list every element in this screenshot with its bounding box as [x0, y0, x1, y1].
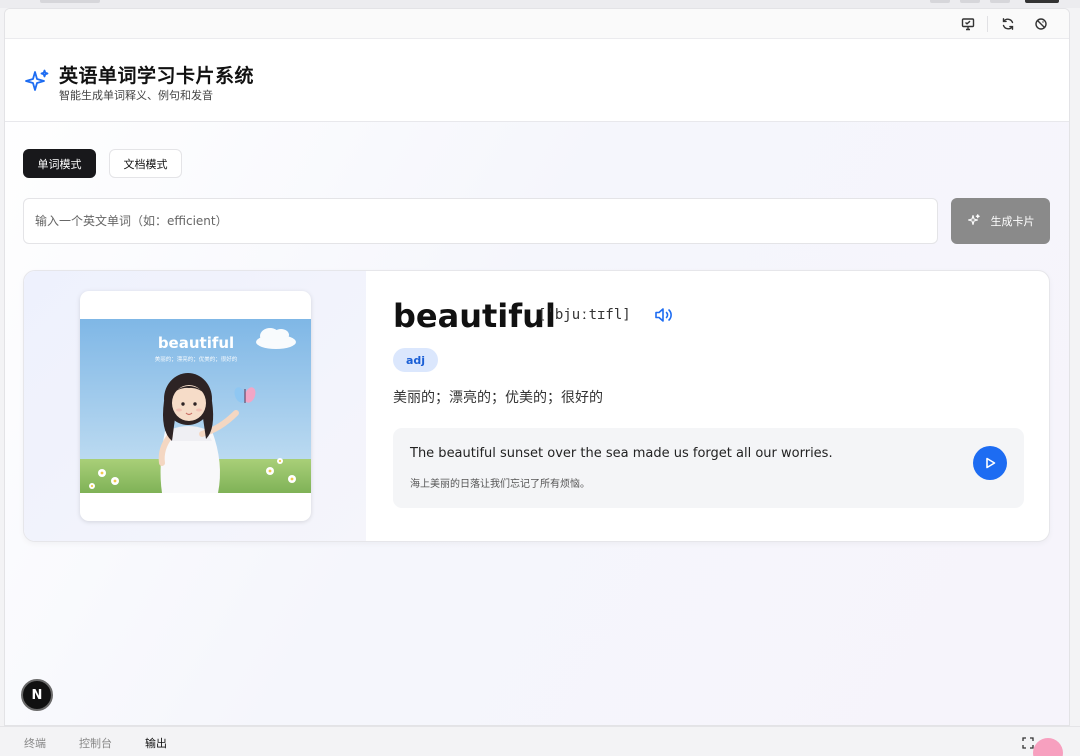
- reset-icon[interactable]: [1032, 15, 1050, 33]
- tab-output[interactable]: 输出: [145, 735, 167, 751]
- refresh-icon[interactable]: [999, 15, 1017, 33]
- sparkles-icon: [967, 213, 981, 230]
- illustration-word: beautiful: [158, 334, 234, 352]
- window-control-stub: [1025, 0, 1059, 3]
- preview-frame: 英语单词学习卡片系统 智能生成单词释义、例句和发音 单词模式 文档模式 生成卡片: [4, 8, 1070, 726]
- play-icon: [986, 457, 996, 469]
- word-illustration-card: beautiful 美丽的；漂亮的；优美的；很好的: [80, 291, 311, 521]
- bottom-panel-bar: 终端 控制台 输出: [0, 726, 1080, 756]
- tab-console[interactable]: 控制台: [79, 735, 112, 751]
- window-control-stub: [960, 0, 980, 3]
- word-search-field[interactable]: [23, 198, 938, 244]
- generate-card-button[interactable]: 生成卡片: [951, 198, 1050, 244]
- card-word: beautiful: [393, 297, 556, 335]
- word-meaning: 美丽的；漂亮的；优美的；很好的: [393, 390, 603, 406]
- illustration-caption: 美丽的；漂亮的；优美的；很好的: [155, 355, 238, 363]
- window-control-stub: [930, 0, 950, 3]
- tab-terminal[interactable]: 终端: [24, 735, 46, 751]
- app-title: 英语单词学习卡片系统: [59, 65, 255, 87]
- word-illustration: beautiful 美丽的；漂亮的；优美的；很好的: [80, 319, 311, 493]
- word-mode-button[interactable]: 单词模式: [23, 149, 96, 178]
- phonetic: [ˈbjuːtɪfl]: [538, 307, 631, 323]
- doc-mode-button[interactable]: 文档模式: [109, 149, 182, 178]
- app-subtitle: 智能生成单词释义、例句和发音: [59, 89, 213, 102]
- example-sentence-en: The beautiful sunset over the sea made u…: [410, 446, 833, 461]
- window-top-strip: [0, 0, 1080, 8]
- preview-toolbar: [5, 9, 1069, 39]
- example-box: The beautiful sunset over the sea made u…: [393, 428, 1024, 508]
- toolbar-divider: [987, 16, 988, 32]
- card-image-panel: beautiful 美丽的；漂亮的；优美的；很好的: [24, 271, 366, 541]
- speaker-icon[interactable]: [653, 306, 675, 324]
- generate-button-label: 生成卡片: [990, 215, 1035, 228]
- sparkles-icon: [23, 67, 51, 95]
- app-header: 英语单词学习卡片系统 智能生成单词释义、例句和发音: [5, 39, 1069, 122]
- play-example-button[interactable]: [973, 446, 1007, 480]
- example-sentence-zh: 海上美丽的日落让我们忘记了所有烦恼。: [410, 479, 590, 490]
- word-card: beautiful 美丽的；漂亮的；优美的；很好的 beautiful [ˈbj…: [23, 270, 1050, 542]
- framework-badge[interactable]: N: [21, 679, 53, 711]
- monitor-icon[interactable]: [959, 15, 977, 33]
- window-tab-stub: [40, 0, 100, 3]
- part-of-speech-badge: adj: [393, 348, 438, 372]
- word-input[interactable]: [35, 214, 937, 228]
- window-control-stub: [990, 0, 1010, 3]
- app-main: 英语单词学习卡片系统 智能生成单词释义、例句和发音 单词模式 文档模式 生成卡片: [5, 39, 1069, 725]
